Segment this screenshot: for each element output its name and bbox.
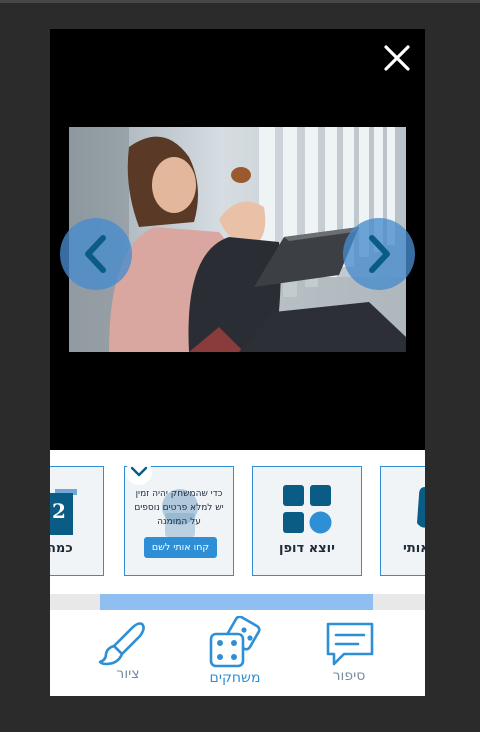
chevron-down-icon bbox=[130, 466, 148, 477]
dice-icon bbox=[209, 616, 261, 668]
previous-photo-button[interactable] bbox=[60, 218, 132, 290]
chevron-right-icon bbox=[369, 235, 390, 273]
window-top-border bbox=[0, 0, 480, 3]
next-photo-button[interactable] bbox=[343, 218, 415, 290]
number-block-digit: 2 bbox=[52, 499, 66, 523]
locked-card-message: כדי שהמשחק יהיה זמין יש למלא פרטים נוספי… bbox=[134, 489, 224, 527]
tab-label: ציור bbox=[116, 666, 140, 682]
close-icon bbox=[384, 45, 410, 71]
bottom-tab-bar: ציור משחקים סיפור bbox=[50, 610, 425, 696]
take-me-there-button[interactable]: קחו אותי לשם bbox=[144, 537, 217, 558]
hand-icon bbox=[417, 487, 425, 528]
tab-label: משחקים bbox=[209, 670, 261, 686]
paintbrush-icon bbox=[98, 622, 145, 666]
category-card-yotze-dofen[interactable]: יוצא דופן bbox=[252, 466, 362, 576]
card-label: כמה bbox=[50, 541, 73, 556]
category-card-oti[interactable]: אותי bbox=[380, 466, 425, 576]
tab-label: סיפור bbox=[332, 668, 366, 684]
shapes-grid-icon bbox=[283, 485, 332, 534]
tab-drawing[interactable]: ציור bbox=[83, 610, 173, 696]
close-button[interactable] bbox=[382, 43, 412, 73]
horizontal-scrollbar[interactable] bbox=[50, 594, 425, 610]
tab-story[interactable]: סיפור bbox=[304, 610, 394, 696]
card-label: יוצא דופן bbox=[279, 541, 335, 556]
chat-bubble-icon bbox=[326, 622, 374, 666]
bottom-panel: 2 כמה כדי שהמשחק יהיה זמין יש למלא פרטים… bbox=[50, 450, 425, 696]
category-card-kama[interactable]: 2 כמה bbox=[50, 466, 104, 576]
chevron-left-icon bbox=[85, 235, 106, 273]
card-label: אותי bbox=[403, 541, 425, 556]
expand-arrow-button[interactable] bbox=[126, 459, 152, 485]
app-frame: 2 כמה כדי שהמשחק יהיה זמין יש למלא פרטים… bbox=[50, 29, 425, 696]
scrollbar-thumb[interactable] bbox=[100, 594, 373, 610]
tab-games[interactable]: משחקים bbox=[190, 610, 280, 696]
